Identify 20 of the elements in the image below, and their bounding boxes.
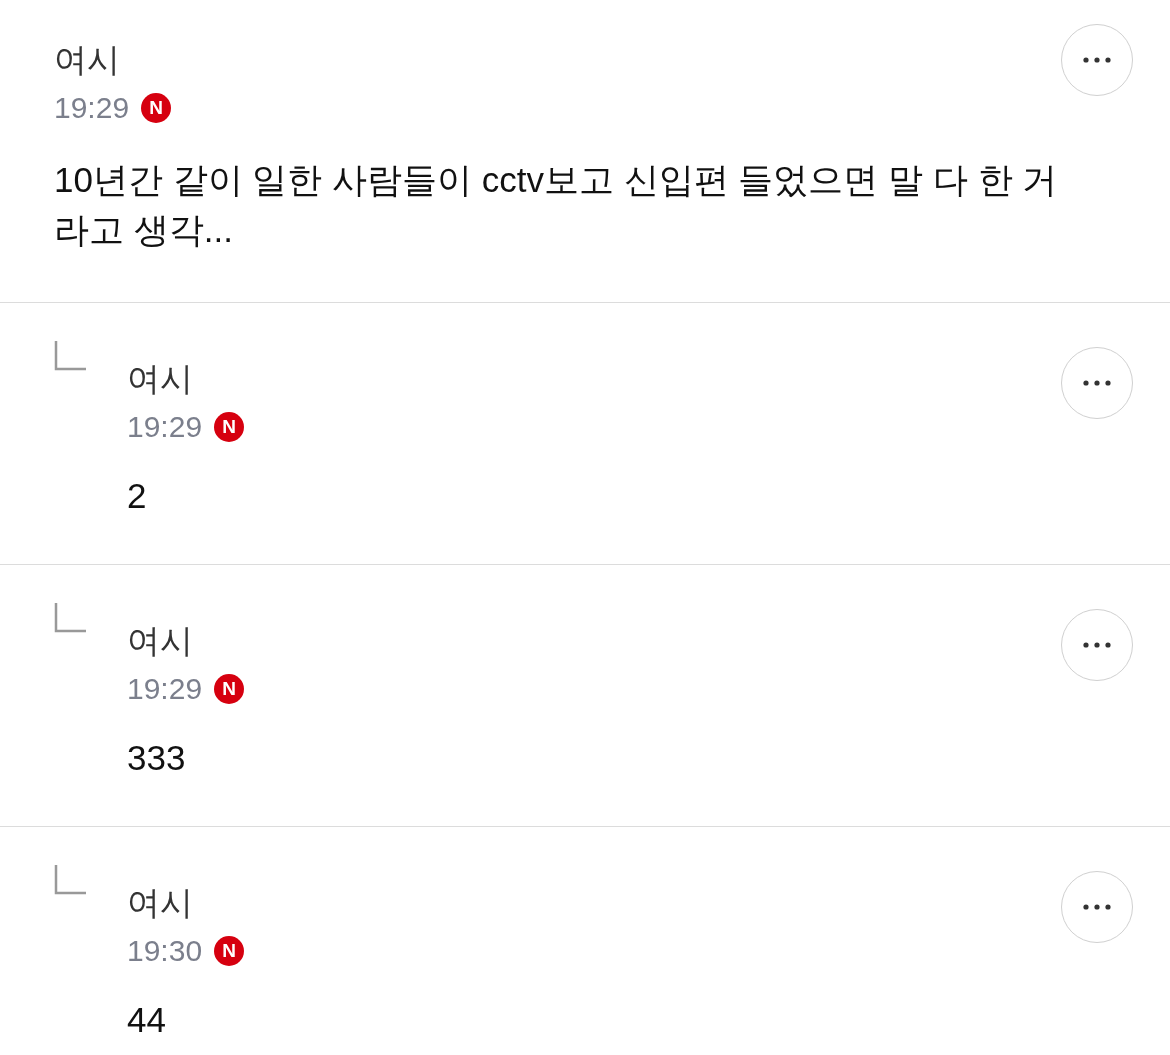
comment-text: 333 xyxy=(127,737,187,779)
more-icon xyxy=(1083,380,1111,386)
new-badge: N xyxy=(214,412,245,442)
more-icon xyxy=(1083,642,1111,648)
new-badge: N xyxy=(141,93,172,123)
comment-text: 10년간 같이 일한 사람들이 cctv보고 신입편 들었으면 말 다 한 거라고 생각... xyxy=(54,159,1059,251)
comment-time: 19:29 xyxy=(127,409,203,445)
new-badge: N xyxy=(214,674,245,704)
author-name: 여시 xyxy=(54,40,120,80)
comment-text: 2 xyxy=(127,475,148,517)
author-name: 여시 xyxy=(127,883,193,923)
comment-time: 19:29 xyxy=(54,90,130,126)
new-badge: N xyxy=(214,936,245,966)
comment-text: 44 xyxy=(127,999,167,1041)
more-icon xyxy=(1083,904,1111,910)
author-name: 여시 xyxy=(127,359,193,399)
comment-time: 19:29 xyxy=(127,671,203,707)
more-icon xyxy=(1083,57,1111,63)
author-name: 여시 xyxy=(127,621,193,661)
comment-time: 19:30 xyxy=(127,933,203,969)
